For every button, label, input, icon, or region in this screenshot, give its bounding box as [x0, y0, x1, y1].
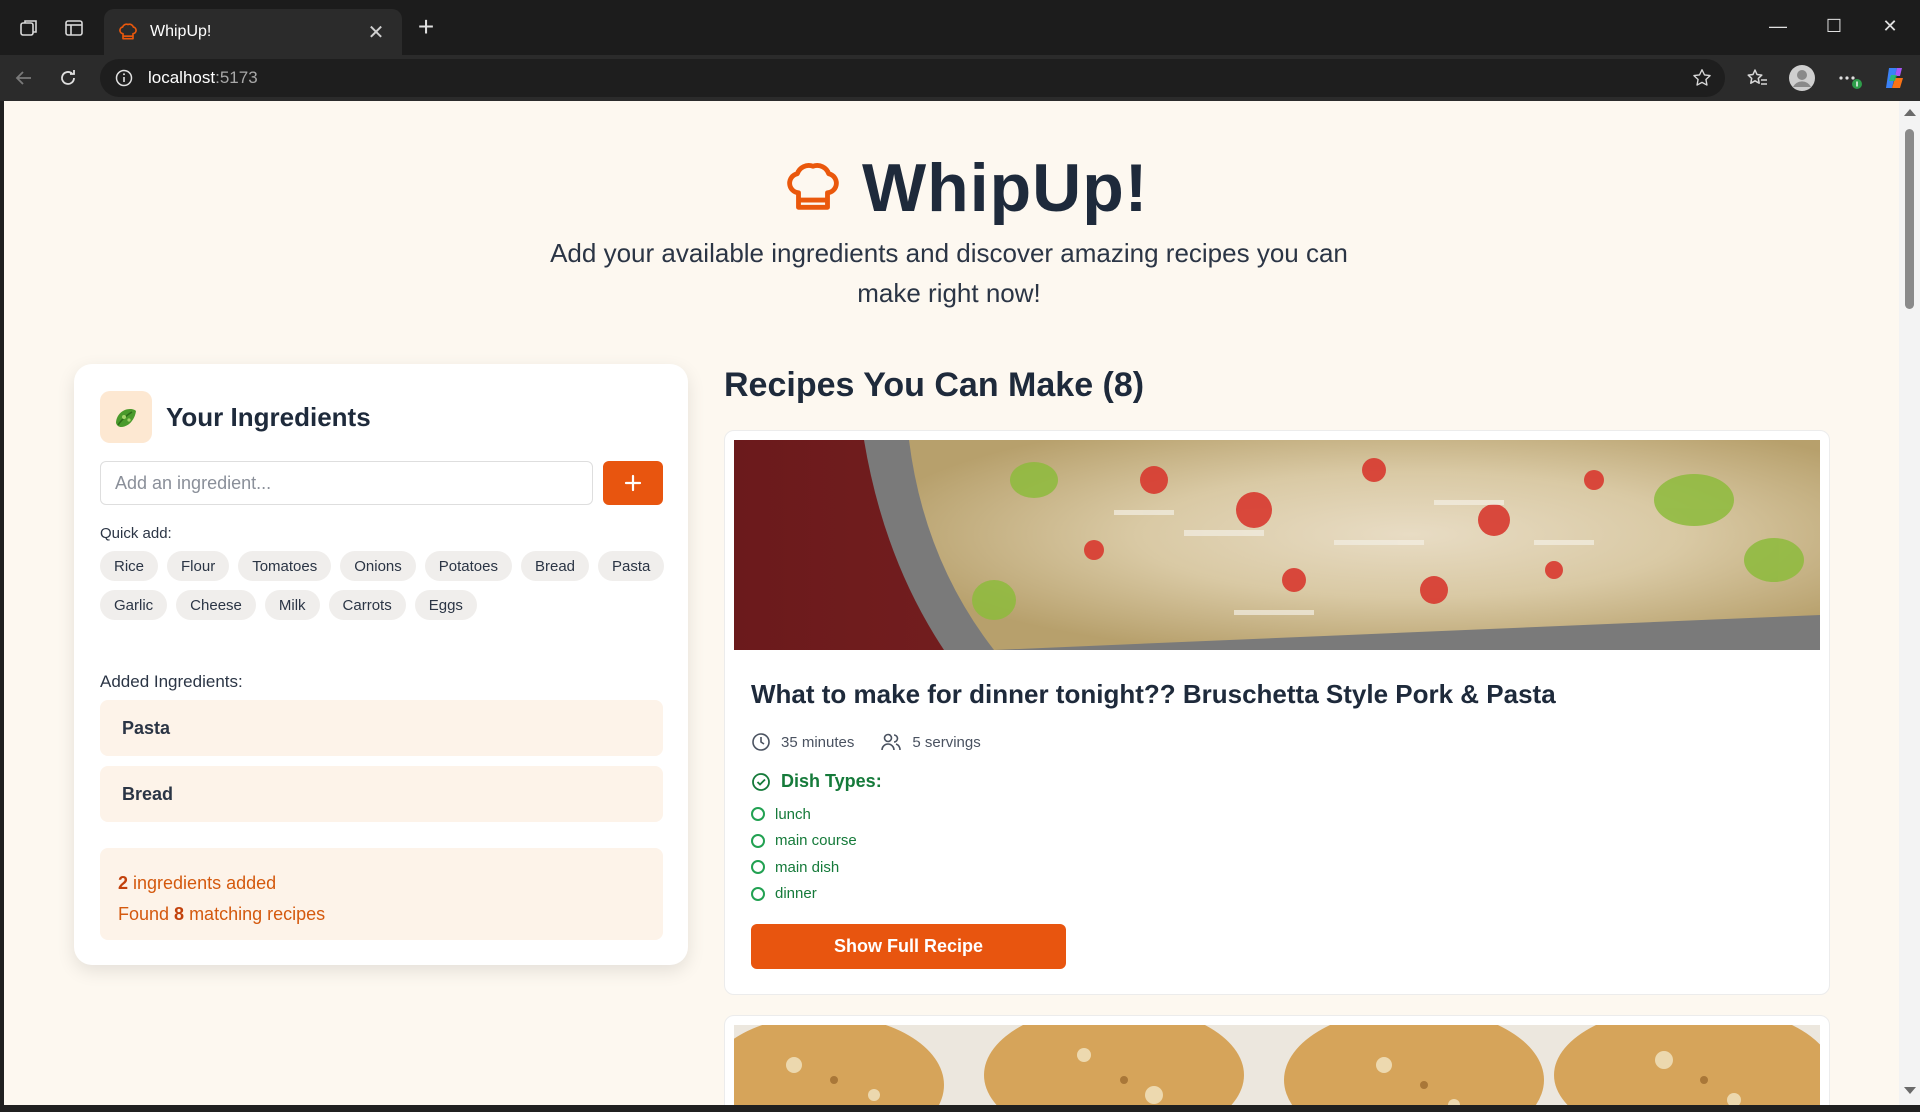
added-ingredient-item[interactable]: Bread: [100, 766, 663, 822]
url-text: localhost:5173: [148, 68, 258, 87]
scroll-up-arrow[interactable]: [1904, 109, 1916, 116]
quick-add-chip[interactable]: Onions: [340, 551, 416, 581]
plus-icon: [624, 474, 642, 492]
ingredients-panel-header: Your Ingredients: [100, 391, 371, 443]
quick-add-label: Quick add:: [100, 525, 172, 542]
favorite-star-icon[interactable]: [1691, 67, 1713, 94]
favorites-icon[interactable]: [1742, 63, 1772, 93]
profile-avatar-icon[interactable]: [1787, 63, 1817, 93]
added-ingredients-label: Added Ingredients:: [100, 672, 243, 691]
salad-icon: [100, 391, 152, 443]
quick-add-chip[interactable]: Tomatoes: [238, 551, 332, 581]
address-bar[interactable]: localhost:5173: [100, 59, 1725, 97]
reload-button[interactable]: [52, 62, 84, 94]
circle-icon: [751, 807, 765, 822]
dish-type-item: lunch: [751, 801, 857, 828]
browser-toolbar: localhost:5173: [0, 55, 1920, 101]
close-window-button[interactable]: ✕: [1870, 12, 1910, 40]
quick-add-chip[interactable]: Pasta: [598, 551, 665, 581]
quick-add-chips: Rice Flour Tomatoes Onions Potatoes Bread Past…: [100, 551, 670, 629]
check-circle-icon: [752, 772, 770, 791]
ingredients-summary: 2 ingredients added Found 8 matching rec…: [100, 848, 663, 940]
recipe-image: [734, 440, 1820, 650]
app-tagline: Add your available ingredients and disco…: [550, 238, 1348, 308]
app-title: WhipUp!: [862, 150, 1149, 226]
recipe-image: [734, 1025, 1820, 1105]
site-info-icon[interactable]: [114, 68, 134, 88]
show-full-recipe-button[interactable]: Show Full Recipe: [751, 924, 1066, 969]
recipe-meta: 35 minutes 5 servings: [751, 732, 1007, 752]
app-brand: WhipUp!: [784, 149, 1148, 227]
page-scrollbar[interactable]: [1899, 101, 1920, 1105]
chef-hat-icon: [787, 163, 839, 210]
dish-type-item: main course: [751, 828, 857, 855]
back-button[interactable]: [8, 62, 40, 94]
add-ingredient-button[interactable]: [603, 461, 663, 505]
copilot-icon[interactable]: [1880, 63, 1910, 93]
dish-types-list: lunch main course main dish dinner: [751, 801, 857, 907]
chef-hat-favicon-icon: [119, 23, 137, 40]
ingredients-panel-title: Your Ingredients: [166, 401, 371, 432]
dish-types-heading: Dish Types:: [751, 771, 882, 792]
more-options-icon[interactable]: [1834, 63, 1864, 93]
ingredient-input[interactable]: [100, 461, 593, 505]
workspaces-icon[interactable]: [16, 15, 42, 41]
users-icon: [881, 733, 902, 751]
recipe-card: [724, 1015, 1830, 1105]
quick-add-chip[interactable]: Cheese: [176, 590, 256, 620]
maximize-button[interactable]: ☐: [1814, 12, 1854, 40]
quick-add-chip[interactable]: Rice: [100, 551, 159, 581]
quick-add-chip[interactable]: Garlic: [100, 590, 168, 620]
quick-add-chip[interactable]: Flour: [167, 551, 230, 581]
recipe-card: What to make for dinner tonight?? Brusch…: [724, 430, 1830, 995]
scroll-down-arrow[interactable]: [1904, 1087, 1916, 1094]
scrollbar-thumb[interactable]: [1905, 129, 1914, 309]
recipes-heading: Recipes You Can Make (8): [724, 366, 1145, 404]
circle-icon: [751, 833, 765, 848]
ingredients-panel: Your Ingredients Quick add: Rice Flour Tom…: [74, 364, 688, 965]
circle-icon: [751, 886, 765, 901]
page-viewport: WhipUp! Add your available ingredients a…: [4, 101, 1899, 1105]
dish-type-item: dinner: [751, 881, 857, 908]
tab-title: WhipUp!: [150, 23, 212, 40]
clock-icon: [752, 733, 770, 751]
quick-add-row: Garlic Cheese Milk Carrots Eggs: [100, 590, 670, 620]
recipe-title: What to make for dinner tonight?? Brusch…: [751, 679, 1556, 709]
close-tab-icon[interactable]: ✕: [364, 20, 388, 45]
quick-add-chip[interactable]: Eggs: [414, 590, 477, 620]
browser-tab[interactable]: WhipUp! ✕: [104, 9, 402, 55]
added-ingredient-item[interactable]: Pasta: [100, 700, 663, 756]
quick-add-row: Rice Flour Tomatoes Onions Potatoes Bread Past…: [100, 551, 670, 581]
recipe-servings: 5 servings: [880, 732, 981, 752]
quick-add-chip[interactable]: Milk: [264, 590, 320, 620]
ingredients-count-line: 2 ingredients added: [118, 873, 277, 893]
tab-actions-icon[interactable]: [61, 15, 87, 41]
quick-add-chip[interactable]: Potatoes: [424, 551, 512, 581]
recipe-time: 35 minutes: [751, 732, 854, 752]
matching-recipes-line: Found 8 matching recipes: [118, 904, 326, 924]
browser-titlebar: WhipUp! ✕ + — ☐ ✕: [0, 0, 1920, 55]
new-tab-button[interactable]: +: [412, 13, 440, 42]
circle-icon: [751, 860, 765, 875]
dish-type-item: main dish: [751, 854, 857, 881]
quick-add-chip[interactable]: Carrots: [328, 590, 406, 620]
quick-add-chip[interactable]: Bread: [521, 551, 590, 581]
minimize-button[interactable]: —: [1758, 12, 1798, 40]
